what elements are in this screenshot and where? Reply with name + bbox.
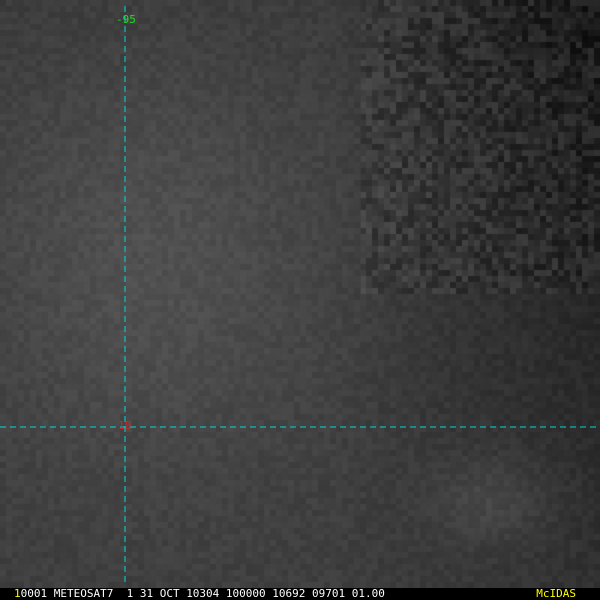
grid-overlay bbox=[0, 6, 600, 586]
mcidas-brand: McIDAS bbox=[536, 587, 576, 600]
satellite-viewer[interactable]: -95 10 10001 METEOSAT7 1 31 OCT 10304 10… bbox=[0, 0, 600, 600]
latitude-label: 10 bbox=[118, 419, 132, 432]
status-text: 0001 METEOSAT7 1 31 OCT 10304 100000 106… bbox=[20, 587, 385, 600]
frame-number: 1 bbox=[14, 587, 21, 600]
status-bar: 10001 METEOSAT7 1 31 OCT 10304 100000 10… bbox=[0, 588, 600, 600]
longitude-label: -95 bbox=[116, 13, 136, 26]
